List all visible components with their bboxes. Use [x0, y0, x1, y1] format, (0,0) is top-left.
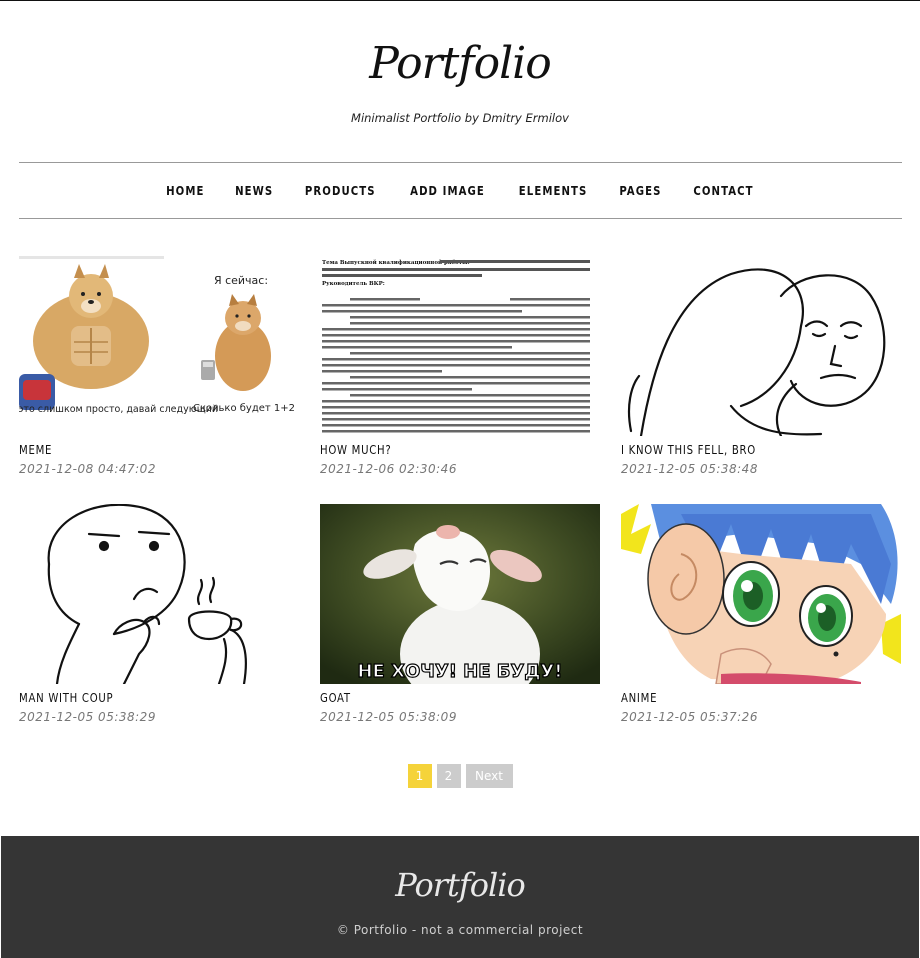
pagination: 1 2 Next — [0, 764, 920, 788]
document-supervisor: Руководитель ВКР: — [322, 281, 385, 287]
post-card[interactable]: НЕ ХОЧУ! НЕ БУДУ! GOAT 2021-12-05 05:38:… — [320, 504, 600, 724]
next-page-button[interactable]: Next — [465, 764, 513, 788]
site-footer: Portfolio © Portfolio - not a commercial… — [1, 836, 919, 958]
meme-caption-1: Деление – это слишком просто, давай след… — [19, 404, 218, 415]
nav-item-pages[interactable]: PAGES — [619, 183, 661, 198]
post-image-anime[interactable] — [621, 504, 901, 684]
post-date: 2021-12-05 05:38:48 — [621, 462, 758, 476]
meme-caption-2: Я сейчас: — [214, 274, 268, 287]
post-image-man-with-coup[interactable] — [19, 504, 299, 684]
post-image-goat[interactable]: НЕ ХОЧУ! НЕ БУДУ! — [320, 504, 600, 684]
post-title[interactable]: MEME — [19, 442, 271, 457]
post-date: 2021-12-06 02:30:46 — [320, 462, 457, 476]
post-date: 2021-12-05 05:38:09 — [320, 710, 457, 724]
nav-item-products[interactable]: PRODUCTS — [305, 183, 376, 198]
post-image-i-know-that-feel[interactable] — [621, 256, 901, 436]
post-date: 2021-12-08 04:47:02 — [19, 462, 156, 476]
meme-caption-3: Сколько будет 1+2 — [193, 403, 295, 414]
post-date: 2021-12-05 05:37:26 — [621, 710, 758, 724]
post-title[interactable]: ANIME — [621, 690, 873, 705]
post-title[interactable]: MAN WITH COUP — [19, 690, 271, 705]
nav-item-home[interactable]: HOME — [166, 183, 204, 198]
post-card[interactable]: I KNOW THIS FELL, BRO 2021-12-05 05:38:4… — [621, 256, 901, 476]
site-logo[interactable]: Portfolio — [0, 38, 920, 89]
page-2-button[interactable]: 2 — [436, 764, 461, 788]
post-title[interactable]: GOAT — [320, 690, 572, 705]
post-date: 2021-12-05 05:38:29 — [19, 710, 156, 724]
nav-item-elements[interactable]: ELEMENTS — [519, 183, 588, 198]
site-tagline: Minimalist Portfolio by Dmitry Ermilov — [351, 111, 569, 125]
post-title[interactable]: I KNOW THIS FELL, BRO — [621, 442, 873, 457]
post-image-how-much[interactable]: Тема Выпускной квалификационной работы: … — [320, 256, 600, 436]
post-card[interactable]: Деление – это слишком просто, давай след… — [19, 256, 299, 476]
site-header: Portfolio Minimalist Portfolio by Dmitry… — [0, 0, 920, 160]
nav-item-contact[interactable]: CONTACT — [693, 183, 753, 198]
post-card[interactable]: ANIME 2021-12-05 05:37:26 — [621, 504, 901, 724]
page-1-button[interactable]: 1 — [407, 764, 432, 788]
footer-copyright: © Portfolio - not a commercial project — [336, 923, 584, 937]
footer-logo[interactable]: Portfolio — [1, 866, 919, 904]
main-nav: HOME NEWS PRODUCTS ADD IMAGE ELEMENTS PA… — [19, 162, 902, 219]
goat-caption: НЕ ХОЧУ! НЕ БУДУ! — [357, 661, 562, 682]
post-card[interactable]: MAN WITH COUP 2021-12-05 05:38:29 — [19, 504, 299, 724]
post-title[interactable]: HOW MUCH? — [320, 442, 572, 457]
nav-item-news[interactable]: NEWS — [235, 183, 273, 198]
post-image-meme[interactable]: Деление – это слишком просто, давай след… — [19, 256, 299, 436]
nav-item-add-image[interactable]: ADD IMAGE — [410, 183, 485, 198]
post-card[interactable]: Тема Выпускной квалификационной работы: … — [320, 256, 600, 476]
